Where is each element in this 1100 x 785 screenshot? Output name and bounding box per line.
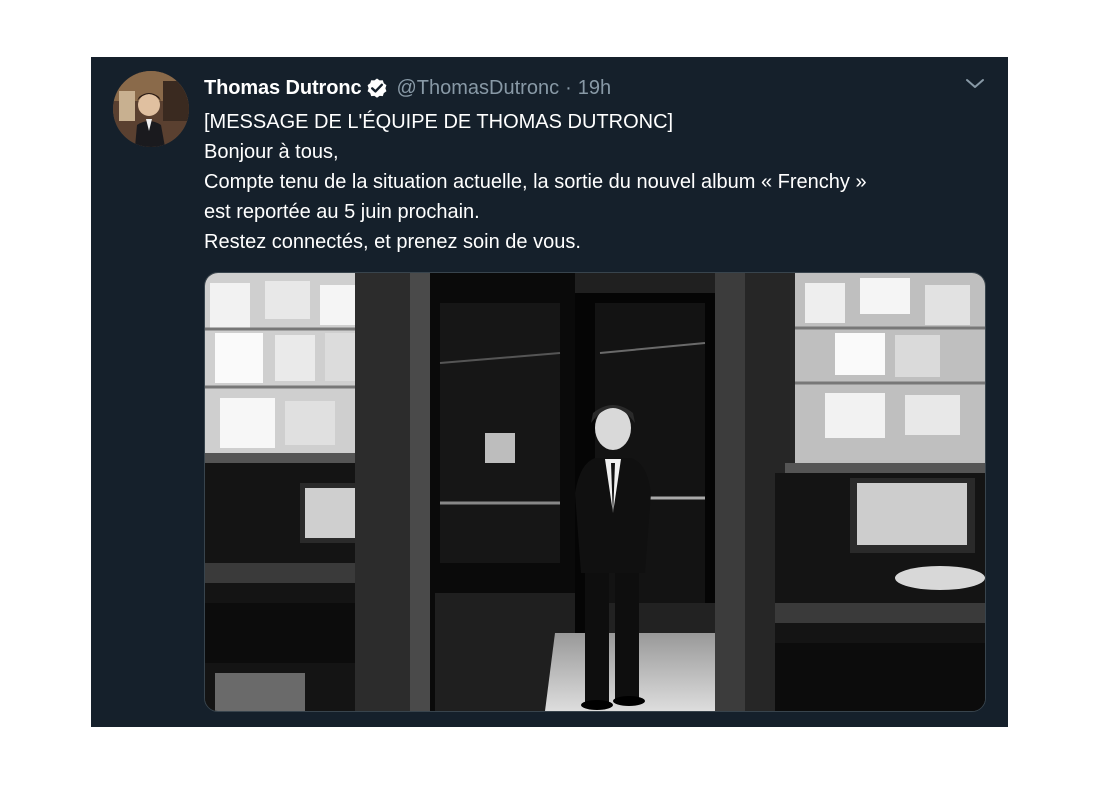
chevron-down-icon[interactable]	[964, 75, 986, 93]
separator-dot: ·	[565, 76, 572, 99]
tweet-text-line: [MESSAGE DE L'ÉQUIPE DE THOMAS DUTRONC]	[204, 111, 674, 133]
tweet-text-line: Restez connectés, et prenez soin de vous…	[204, 231, 581, 253]
display-name[interactable]: Thomas Dutronc	[204, 77, 362, 100]
tweet-card[interactable]: Thomas Dutronc @ThomasDutronc · 19h [MES…	[91, 57, 1008, 727]
tweet-text-line: Bonjour à tous,	[204, 141, 339, 163]
timestamp[interactable]: 19h	[578, 77, 611, 100]
tweet-text-line: Compte tenu de la situation actuelle, la…	[204, 171, 867, 193]
tweet-text-line: est reportée au 5 juin prochain.	[204, 201, 480, 223]
tweet-header: Thomas Dutronc @ThomasDutronc · 19h	[204, 74, 611, 102]
handle[interactable]: @ThomasDutronc	[397, 77, 560, 100]
avatar[interactable]	[113, 71, 189, 147]
verified-badge-icon	[365, 76, 389, 100]
tweet-photo[interactable]	[204, 272, 986, 712]
tweet-text: [MESSAGE DE L'ÉQUIPE DE THOMAS DUTRONC] …	[204, 107, 994, 257]
